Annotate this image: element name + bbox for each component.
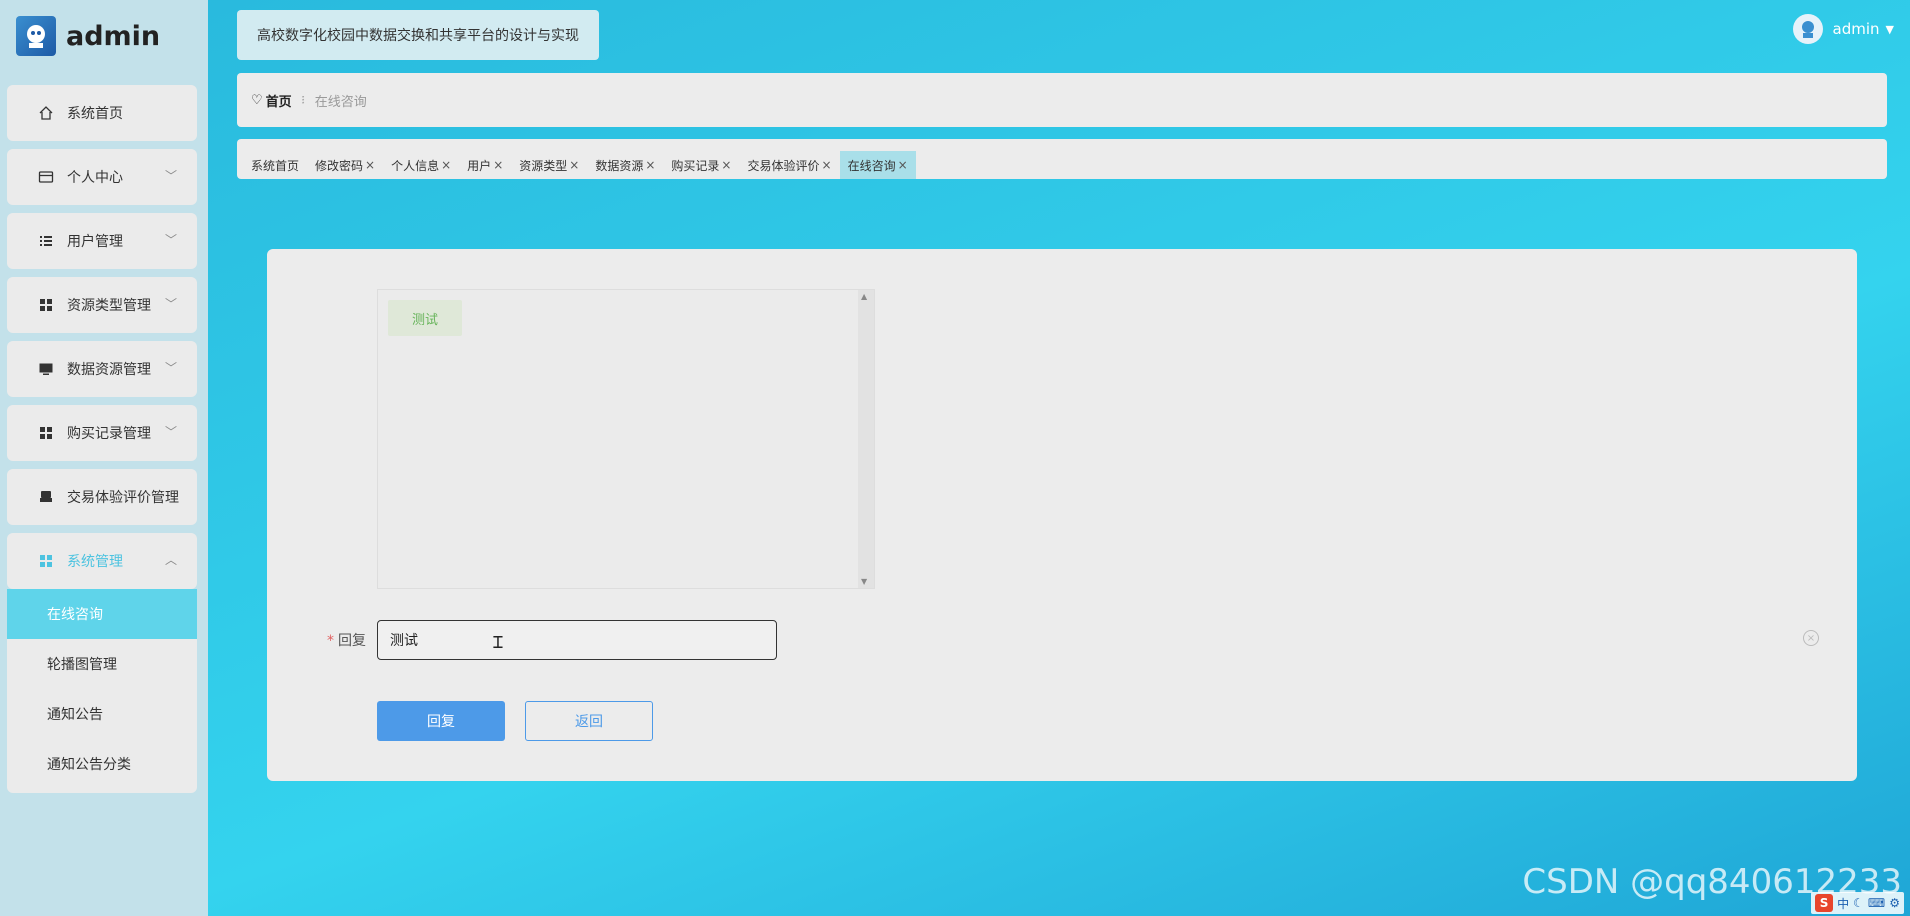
tab-purchase-record[interactable]: 购买记录 × [663, 151, 739, 179]
sidebar-subitem-carousel[interactable]: 轮播图管理 [7, 639, 197, 689]
list-icon [37, 232, 55, 250]
tabs-bar: 系统首页 修改密码 × 个人信息 × 用户 × 资源类型 × 数据资源 × 购买记录 × 交… [237, 139, 1887, 179]
tab-home[interactable]: 系统首页 [243, 151, 307, 179]
close-icon[interactable]: × [822, 158, 832, 172]
sidebar-subitem-notice[interactable]: 通知公告 [7, 689, 197, 739]
tab-online-consult[interactable]: 在线咨询 × [839, 151, 916, 179]
tab-label: 系统首页 [251, 158, 300, 173]
required-mark: * [327, 633, 334, 649]
grid-icon [37, 552, 55, 570]
breadcrumb-home-label: 首页 [265, 94, 292, 110]
close-icon[interactable]: × [645, 158, 655, 172]
sidebar-item-label: 交易体验评价管理 [67, 490, 179, 506]
chat-scrollbar[interactable]: ▲ ▼ [858, 290, 874, 588]
text-cursor-icon: Ꮖ [493, 633, 504, 652]
moon-icon: ☾ [1853, 896, 1864, 910]
sidebar-item-transaction-review-management[interactable]: 交易体验评价管理 [7, 469, 197, 525]
logo-avatar-icon [16, 16, 56, 56]
chevron-up-icon: ︿ [164, 553, 177, 567]
sidebar-item-label: 系统管理 [67, 554, 123, 570]
tab-label: 资源类型 [519, 158, 568, 173]
breadcrumb: ♡ 首页 ፧ 在线咨询 [237, 73, 1887, 127]
reply-label-text: 回复 [338, 633, 366, 649]
tab-change-password[interactable]: 修改密码 × [307, 151, 383, 179]
consult-panel: 测试 ▲ ▼ *回复 × 回复 返回 [267, 249, 1857, 781]
back-button[interactable]: 返回 [525, 701, 653, 741]
sidebar-item-label: 系统首页 [67, 106, 123, 122]
sidebar-item-purchase-record-management[interactable]: 购买记录管理 ﹀ [7, 405, 197, 461]
tab-label: 交易体验评价 [747, 158, 820, 173]
sidebar-subitem-online-consult[interactable]: 在线咨询 [7, 589, 197, 639]
user-menu[interactable]: admin ▼ [1792, 14, 1894, 44]
tab-personal-info[interactable]: 个人信息 × [383, 151, 459, 179]
sidebar: admin 系统首页 个人中心 ﹀ 用户管理 ﹀ 资源类型管理 ﹀ 数据资源管理… [0, 0, 208, 916]
close-icon[interactable]: × [365, 158, 375, 172]
close-icon[interactable]: × [898, 158, 908, 172]
chevron-down-icon: ﹀ [164, 297, 177, 311]
chevron-down-icon: ﹀ [164, 361, 177, 375]
clear-icon[interactable]: × [1803, 630, 1819, 646]
grid-icon [37, 296, 55, 314]
logo-text: admin [66, 20, 161, 52]
scroll-down-icon[interactable]: ▼ [861, 577, 867, 586]
monitor-icon [37, 360, 55, 378]
chat-history[interactable]: 测试 ▲ ▼ [377, 289, 875, 589]
keyboard-icon: ⌨ [1867, 896, 1886, 910]
sidebar-subitem-notice-category[interactable]: 通知公告分类 [7, 739, 197, 789]
tab-label: 数据资源 [595, 158, 644, 173]
tab-label: 购买记录 [671, 158, 720, 173]
reply-button[interactable]: 回复 [377, 701, 505, 741]
sidebar-item-user-management[interactable]: 用户管理 ﹀ [7, 213, 197, 269]
tab-label: 个人信息 [391, 158, 440, 173]
ime-logo: S [1815, 894, 1834, 912]
breadcrumb-home[interactable]: ♡ 首页 [251, 91, 292, 110]
sidebar-item-system-management[interactable]: 系统管理 ︿ [7, 533, 197, 589]
sidebar-item-data-resource-management[interactable]: 数据资源管理 ﹀ [7, 341, 197, 397]
breadcrumb-separator: ፧ [301, 92, 305, 108]
chat-message: 测试 [388, 300, 462, 336]
tab-transaction-review[interactable]: 交易体验评价 × [739, 151, 839, 179]
sidebar-menu: 系统首页 个人中心 ﹀ 用户管理 ﹀ 资源类型管理 ﹀ 数据资源管理 ﹀ 购买记… [7, 85, 197, 793]
logo[interactable]: admin [16, 16, 160, 56]
close-icon[interactable]: × [721, 158, 731, 172]
ime-toolbar[interactable]: S 中 ☾ ⌨ ⚙ [1811, 892, 1904, 914]
home-icon [37, 104, 55, 122]
ime-lang: 中 [1837, 896, 1850, 911]
scroll-up-icon[interactable]: ▲ [861, 292, 867, 301]
chevron-down-icon: ﹀ [164, 169, 177, 183]
tab-label: 用户 [467, 158, 492, 173]
chevron-down-icon: ﹀ [164, 425, 177, 439]
sidebar-item-resource-type-management[interactable]: 资源类型管理 ﹀ [7, 277, 197, 333]
user-name: admin [1832, 20, 1880, 38]
tab-data-resource[interactable]: 数据资源 × [587, 151, 663, 179]
settings-icon: ⚙ [1889, 896, 1900, 910]
sidebar-item-personal-center[interactable]: 个人中心 ﹀ [7, 149, 197, 205]
caret-down-icon: ▼ [1885, 22, 1894, 36]
system-submenu: 在线咨询 轮播图管理 通知公告 通知公告分类 [7, 589, 197, 793]
sidebar-item-label: 购买记录管理 [67, 426, 151, 442]
system-title: 高校数字化校园中数据交换和共享平台的设计与实现 [237, 10, 599, 60]
sidebar-item-home[interactable]: 系统首页 [7, 85, 197, 141]
printer-icon [37, 488, 55, 506]
tab-label: 修改密码 [315, 158, 364, 173]
sidebar-item-label: 用户管理 [67, 234, 123, 250]
sidebar-item-label: 个人中心 [67, 170, 123, 186]
sidebar-item-label: 资源类型管理 [67, 298, 151, 314]
close-icon[interactable]: × [569, 158, 579, 172]
breadcrumb-current: 在线咨询 [314, 94, 367, 110]
reply-input[interactable] [377, 620, 777, 660]
sidebar-item-label: 数据资源管理 [67, 362, 151, 378]
heart-icon: ♡ [251, 92, 263, 108]
grid-icon [37, 424, 55, 442]
card-icon [37, 168, 55, 186]
reply-label: * 回复 [327, 630, 366, 650]
avatar [1792, 14, 1823, 44]
close-icon[interactable]: × [493, 158, 503, 172]
tab-user[interactable]: 用户 × [459, 151, 511, 179]
tab-resource-type[interactable]: 资源类型 × [511, 151, 587, 179]
chevron-down-icon: ﹀ [164, 233, 177, 247]
tab-label: 在线咨询 [847, 158, 896, 173]
close-icon[interactable]: × [441, 158, 451, 172]
